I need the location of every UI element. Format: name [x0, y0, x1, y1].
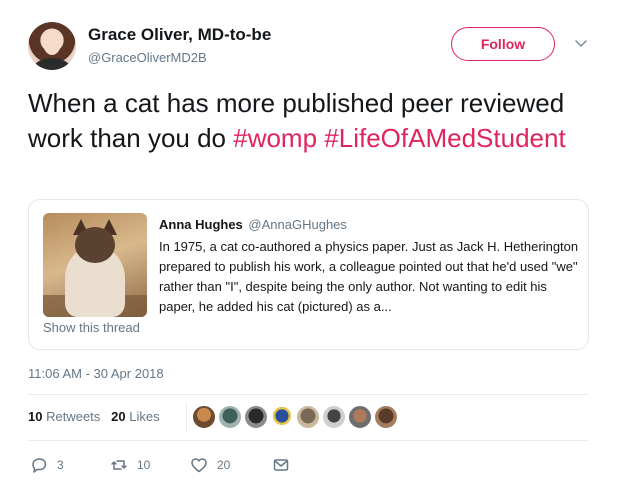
show-thread-link[interactable]: Show this thread: [43, 320, 140, 335]
retweet-icon: [111, 460, 127, 470]
liker-avatar[interactable]: [322, 405, 346, 429]
tweet-stats: 10 Retweets 20 Likes: [28, 409, 160, 424]
like-action[interactable]: 20: [190, 456, 230, 474]
quoted-tweet-text: In 1975, a cat co-authored a physics pap…: [159, 239, 579, 314]
retweets-stat[interactable]: 10 Retweets: [28, 409, 100, 424]
liker-avatar[interactable]: [374, 405, 398, 429]
reply-action[interactable]: 3: [30, 456, 64, 474]
reply-icon: [32, 458, 47, 473]
quoted-author-name[interactable]: Anna Hughes: [159, 217, 243, 232]
author-avatar[interactable]: [28, 22, 76, 70]
tweet-text: When a cat has more published peer revie…: [28, 86, 588, 156]
likes-stat[interactable]: 20 Likes: [111, 409, 159, 424]
divider-bottom: [28, 440, 589, 441]
liker-avatar[interactable]: [218, 405, 242, 429]
liker-avatars: [192, 405, 400, 429]
avatar-shirt: [34, 58, 70, 70]
retweets-label: Retweets: [46, 409, 101, 424]
hashtag-lifeofamedstudent[interactable]: #LifeOfAMedStudent: [324, 123, 565, 153]
like-count: 20: [217, 458, 231, 472]
retweet-count: 10: [137, 458, 151, 472]
liker-avatar[interactable]: [244, 405, 268, 429]
liker-avatar[interactable]: [296, 405, 320, 429]
liker-avatar[interactable]: [192, 405, 216, 429]
likes-label: Likes: [129, 409, 160, 424]
divider-top: [28, 394, 589, 395]
cat-head: [75, 227, 115, 263]
quoted-tweet-header: Anna Hughes @AnnaGHughes: [159, 217, 347, 232]
reply-count: 3: [57, 458, 64, 472]
tweet-timestamp[interactable]: 11:06 AM - 30 Apr 2018: [28, 366, 164, 381]
follow-button[interactable]: Follow: [451, 27, 555, 61]
liker-avatar[interactable]: [348, 405, 372, 429]
author-handle[interactable]: @GraceOliverMD2B: [88, 50, 207, 65]
envelope-icon: [273, 459, 289, 471]
heart-icon: [191, 458, 207, 473]
chevron-down-icon[interactable]: [573, 35, 589, 51]
message-action[interactable]: [272, 456, 290, 474]
likes-count: 20: [111, 409, 126, 424]
retweet-action[interactable]: 10: [110, 456, 150, 474]
retweets-count: 10: [28, 409, 43, 424]
quoted-tweet-image[interactable]: [43, 213, 147, 317]
quoted-tweet[interactable]: Anna Hughes @AnnaGHughes In 1975, a cat …: [28, 199, 589, 350]
liker-avatar[interactable]: [270, 405, 294, 429]
quoted-author-handle[interactable]: @AnnaGHughes: [248, 217, 346, 232]
author-name[interactable]: Grace Oliver, MD-to-be: [88, 25, 271, 45]
hashtag-womp[interactable]: #womp: [233, 123, 317, 153]
avatar-face: [43, 31, 61, 55]
stats-separator: [186, 402, 187, 432]
